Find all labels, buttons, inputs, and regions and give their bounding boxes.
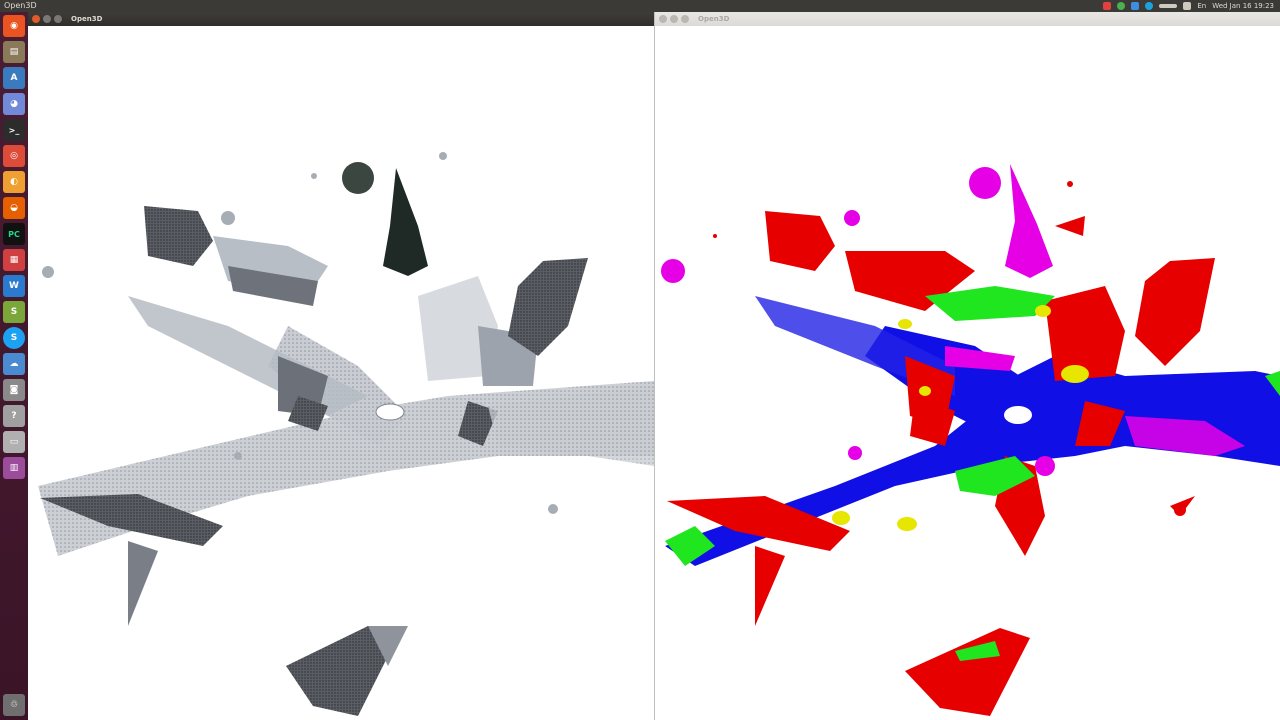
- open3d-window-left[interactable]: Open3D: [28, 12, 654, 720]
- record-icon[interactable]: [1103, 2, 1112, 10]
- top-panel: Open3D En Wed Jan 16 19:23: [0, 0, 1280, 12]
- battery-icon[interactable]: [1183, 2, 1192, 10]
- close-icon[interactable]: [32, 15, 40, 23]
- launcher: ◉ ▤ A ◕ >_ ◎ ◐ ◒ PC ▦ W S S ☁ ◙ ? ▭ ▥ ♲: [0, 12, 28, 720]
- semantic-point-cloud: [661, 164, 1280, 716]
- window-title-left: Open3D: [71, 15, 103, 23]
- indicator-area: En Wed Jan 16 19:23: [1103, 0, 1280, 12]
- top-panel-app-title: Open3D: [4, 1, 37, 10]
- firefox-icon[interactable]: ◒: [3, 197, 25, 219]
- window-title-right: Open3D: [698, 15, 730, 23]
- dropbox-icon[interactable]: [1131, 2, 1140, 10]
- network-icon[interactable]: [1159, 4, 1178, 8]
- trash-icon[interactable]: ♲: [3, 694, 25, 716]
- discord-icon[interactable]: ◕: [3, 93, 25, 115]
- cloud-icon[interactable]: ☁: [3, 353, 25, 375]
- minimize-icon[interactable]: [670, 15, 678, 23]
- drive-icon[interactable]: ▭: [3, 431, 25, 453]
- minimize-icon[interactable]: [43, 15, 51, 23]
- files-icon[interactable]: ▤: [3, 41, 25, 63]
- window-titlebar-left[interactable]: Open3D: [28, 12, 654, 26]
- chrome-icon[interactable]: [1117, 2, 1126, 10]
- pycharm-icon[interactable]: PC: [3, 223, 25, 245]
- terminal-icon[interactable]: >_: [3, 119, 25, 141]
- window-titlebar-right[interactable]: Open3D: [655, 12, 1280, 26]
- clock[interactable]: Wed Jan 16 19:23: [1212, 0, 1274, 12]
- maximize-icon[interactable]: [54, 15, 62, 23]
- skype-icon[interactable]: [1145, 2, 1154, 10]
- help-icon[interactable]: ?: [3, 405, 25, 427]
- point-cloud-viewport-semantic[interactable]: [655, 26, 1280, 720]
- clipboard-icon[interactable]: ▦: [3, 249, 25, 271]
- open3d-window-right[interactable]: Open3D: [655, 12, 1280, 720]
- vscode-icon[interactable]: W: [3, 275, 25, 297]
- ubuntu-dash-icon[interactable]: ◉: [3, 15, 25, 37]
- screenshot-icon[interactable]: ◐: [3, 171, 25, 193]
- camera-icon[interactable]: ◙: [3, 379, 25, 401]
- keyboard-indicator[interactable]: En: [1197, 0, 1206, 12]
- text-editor-icon[interactable]: A: [3, 67, 25, 89]
- sheet-icon[interactable]: S: [3, 301, 25, 323]
- maximize-icon[interactable]: [681, 15, 689, 23]
- close-icon[interactable]: [659, 15, 667, 23]
- workspace-icon[interactable]: ▥: [3, 457, 25, 479]
- rgb-point-cloud: [38, 152, 654, 716]
- skype-icon[interactable]: S: [3, 327, 25, 349]
- point-cloud-viewport-rgb[interactable]: [28, 26, 654, 720]
- chrome-icon[interactable]: ◎: [3, 145, 25, 167]
